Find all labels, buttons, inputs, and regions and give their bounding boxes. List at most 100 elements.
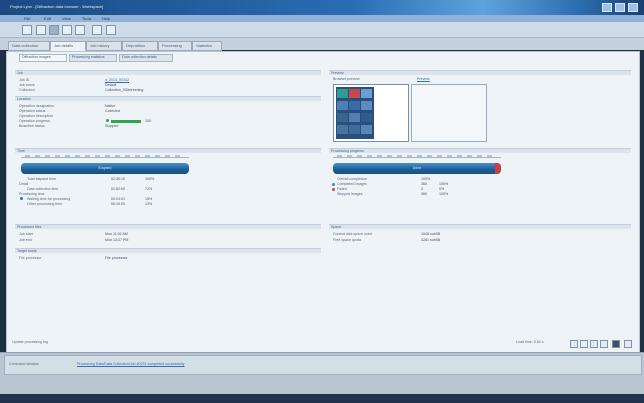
subtab-collection-details[interactable]: Data collection details: [119, 54, 173, 62]
chart-icon[interactable]: [49, 25, 59, 35]
processed-files-header: Processed files: [15, 224, 321, 229]
operation-value: Native: [105, 104, 116, 108]
command-panel: Command window Processing Data/Data Coll…: [0, 352, 644, 395]
subtab-processing-statistics[interactable]: Processing statistics: [69, 54, 117, 62]
lock-icon[interactable]: [612, 340, 620, 348]
ruler-tick: [175, 155, 180, 157]
waiting-time-value: 00:24:01: [111, 197, 125, 201]
data-collection-time-label: Data collection time: [27, 187, 59, 191]
menu-file[interactable]: File: [24, 16, 30, 21]
ruler-tick: [115, 155, 120, 157]
export-icon[interactable]: [624, 340, 632, 348]
menu-bar: File Edit View Tools Help: [0, 15, 644, 22]
job-id-label: Job ID: [19, 78, 30, 82]
operation-status-value: Collected: [105, 109, 120, 113]
job-id-link[interactable]: d_2013_00342: [105, 78, 129, 82]
failed-marker-icon: [332, 188, 335, 191]
thumbnail: [361, 113, 372, 122]
ruler-tick: [387, 155, 392, 157]
ruler-tick: [437, 155, 442, 157]
ruler-tick: [35, 155, 40, 157]
total-elapsed-value: 02:35:10: [111, 177, 125, 181]
application-window: Project Lynx - [Diffraction data browser…: [0, 0, 644, 403]
overall-completion-label: Overall completion: [337, 177, 367, 181]
ruler-tick: [45, 155, 50, 157]
ruler-tick: [165, 155, 170, 157]
collection-value: Collection_03/screening: [105, 88, 144, 92]
tab-deposition[interactable]: Deposition: [122, 41, 158, 51]
ruler-tick: [55, 155, 60, 157]
update-log-label[interactable]: Update processing log: [12, 340, 48, 344]
settings-icon[interactable]: [92, 25, 102, 35]
job-section-header: Job: [15, 70, 321, 75]
refresh-icon[interactable]: [600, 340, 608, 348]
completed-images-label: Completed images: [337, 182, 367, 186]
overall-completion-value: 100%: [421, 177, 431, 181]
ruler-tick: [75, 155, 80, 157]
time-section-header: Time: [15, 148, 321, 153]
search-icon[interactable]: [36, 25, 46, 35]
next-page-icon[interactable]: [590, 340, 598, 348]
close-button[interactable]: [628, 3, 638, 12]
processing-progress-header: Processing progress: [329, 148, 631, 153]
window-title: Project Lynx - [Diffraction data browser…: [10, 4, 104, 9]
previous-page-icon[interactable]: [580, 340, 588, 348]
completed-marker-icon: [332, 183, 335, 186]
ruler-tick: [397, 155, 402, 157]
preview-section-header: Preview: [329, 70, 631, 75]
progress-bar-end-marker: [495, 163, 501, 174]
window-controls: [602, 3, 638, 12]
ruler-tick: [105, 155, 110, 157]
subtab-diffraction-images[interactable]: Diffraction images: [19, 54, 67, 62]
tab-statistics[interactable]: Statistics: [192, 41, 222, 51]
maximize-button[interactable]: [615, 3, 625, 12]
diffraction-image-preview[interactable]: [333, 84, 409, 142]
tab-job-history[interactable]: Job history: [86, 41, 122, 51]
operation-label: Operation designation: [19, 104, 55, 108]
command-message-link[interactable]: Processing Data/Data Collection/Job #023…: [77, 362, 184, 366]
first-page-icon[interactable]: [570, 340, 578, 348]
menu-view[interactable]: View: [62, 16, 71, 21]
thumbnail-grid: [336, 87, 374, 139]
ruler-tick: [417, 155, 422, 157]
home-icon[interactable]: [22, 25, 32, 35]
load-time-label: Load time: 0.52 s: [516, 340, 544, 344]
ruler-tick: [367, 155, 372, 157]
ruler-tick: [457, 155, 462, 157]
detail-label: Detail: [19, 182, 29, 186]
ruler-tick: [447, 155, 452, 157]
thumbnail: [337, 101, 348, 110]
command-window: Command window Processing Data/Data Coll…: [4, 355, 642, 375]
operation-progress-value: 100: [145, 119, 151, 123]
ruler-tick: [357, 155, 362, 157]
ruler-tick: [65, 155, 70, 157]
thumbnail: [361, 125, 372, 134]
progress-ruler: [333, 154, 501, 158]
series-marker-icon: [20, 197, 23, 200]
minimize-button[interactable]: [602, 3, 612, 12]
other-processing-label: Other processing time: [27, 202, 63, 206]
menu-edit[interactable]: Edit: [44, 16, 51, 21]
other-processing-value: 00:19:00: [111, 202, 125, 206]
beamline-status-value: Stopped: [105, 124, 119, 128]
preview-link[interactable]: Preview: [417, 77, 430, 81]
file-processor-value: File processor: [105, 256, 128, 260]
time-bar: Elapsed: [21, 163, 189, 174]
ruler-tick: [427, 155, 432, 157]
processing-progress-bar: Done: [333, 163, 501, 174]
total-elapsed-label: Total elapsed time: [27, 177, 56, 181]
tab-processing[interactable]: Processing: [158, 41, 192, 51]
tab-data-collection[interactable]: Data collection: [8, 41, 50, 51]
job-name-value: Default: [105, 83, 117, 87]
save-icon[interactable]: [75, 25, 85, 35]
ruler-tick: [467, 155, 472, 157]
thumbnail: [349, 89, 360, 98]
grid-icon[interactable]: [62, 25, 72, 35]
thumbnail: [361, 89, 372, 98]
help-icon[interactable]: [106, 25, 116, 35]
tab-job-details[interactable]: Job details: [50, 41, 86, 51]
menu-tools[interactable]: Tools: [82, 16, 91, 21]
ruler-tick: [25, 155, 30, 157]
menu-help[interactable]: Help: [102, 16, 110, 21]
job-end-label: Job end: [19, 238, 32, 242]
